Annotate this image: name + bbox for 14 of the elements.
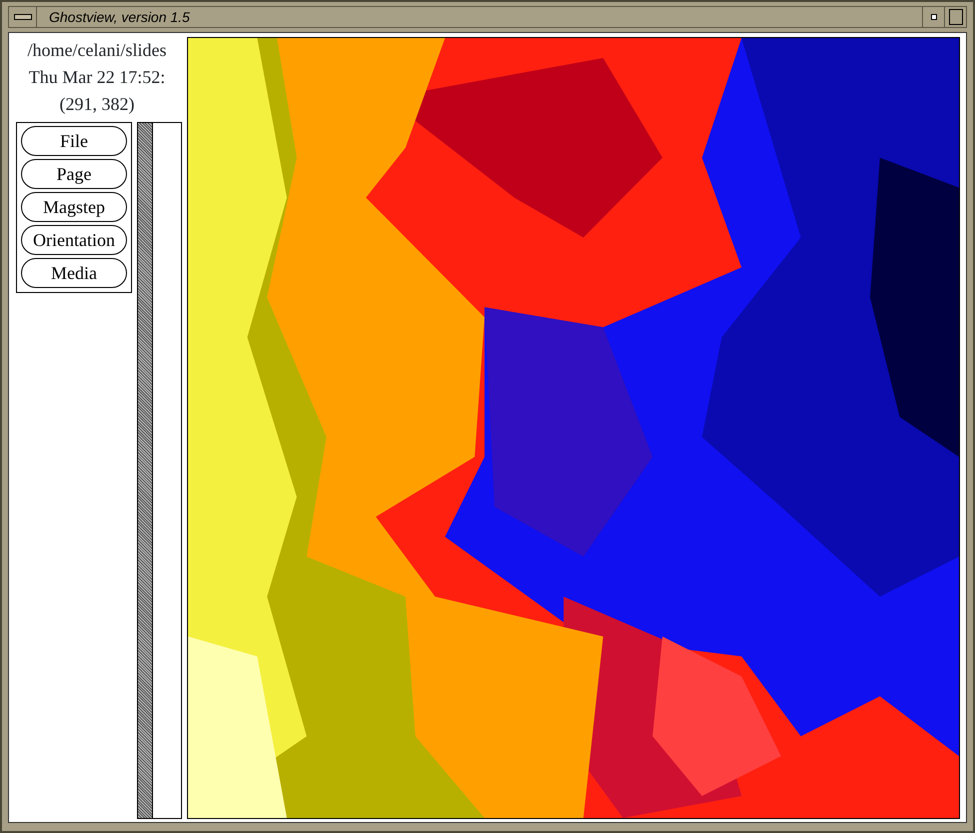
window-title: Ghostview, version 1.5 (48, 8, 191, 26)
scrollbar[interactable] (137, 122, 153, 819)
menu-button[interactable]: Orientation (21, 225, 127, 255)
menu-button[interactable]: Page (21, 159, 127, 189)
menu-button[interactable]: Media (21, 258, 127, 288)
menu-button[interactable]: File (21, 126, 127, 156)
page-list[interactable] (153, 122, 182, 819)
minimize-icon[interactable] (930, 14, 936, 20)
maximize-icon[interactable] (948, 9, 962, 25)
info-label: Thu Mar 22 17:52: (28, 67, 166, 87)
menu-button[interactable]: Magstep (21, 192, 127, 222)
info-label: (291, 382) (60, 94, 134, 114)
window-menu-icon[interactable] (14, 14, 32, 20)
info-label: /home/celani/slides (28, 40, 166, 60)
